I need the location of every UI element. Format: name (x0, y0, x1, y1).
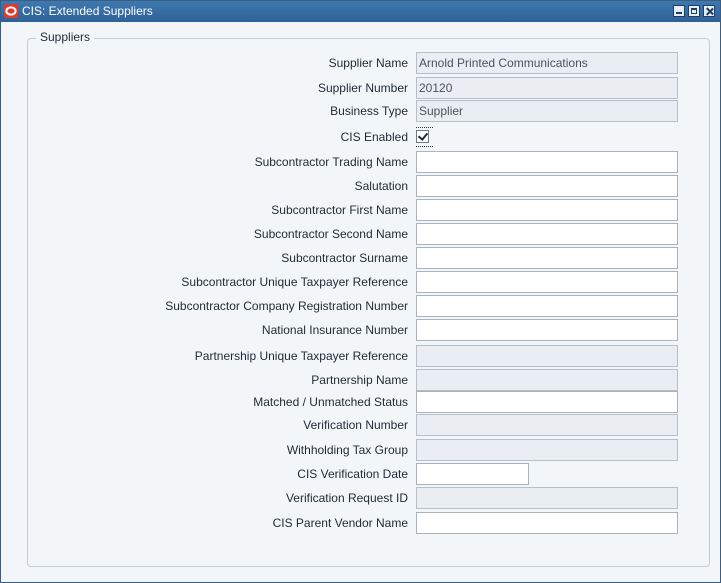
subcontractor-company-reg-field[interactable] (416, 295, 678, 317)
row-subcontractor-trading-name: Subcontractor Trading Name (0, 151, 721, 173)
partnership-utr-label: Partnership Unique Taxpayer Reference (194, 349, 408, 363)
supplier-name-label: Supplier Name (328, 56, 408, 70)
window-title: CIS: Extended Suppliers (22, 4, 153, 18)
row-matched-unmatched-status: Matched / Unmatched Status (0, 391, 721, 413)
row-national-insurance-number: National Insurance Number (0, 319, 721, 341)
matched-unmatched-status-field[interactable] (416, 391, 678, 413)
cis-parent-vendor-name-field[interactable] (416, 512, 678, 534)
row-partnership-utr: Partnership Unique Taxpayer Reference (0, 345, 721, 367)
row-salutation: Salutation (0, 175, 721, 197)
supplier-name-field[interactable] (416, 52, 678, 74)
row-business-type: Business Type (0, 100, 721, 122)
row-cis-enabled: CIS Enabled (0, 126, 721, 148)
subcontractor-second-name-label: Subcontractor Second Name (253, 227, 408, 241)
row-cis-verification-date: CIS Verification Date (0, 463, 721, 485)
withholding-tax-group-field[interactable] (416, 439, 678, 461)
national-insurance-number-field[interactable] (416, 319, 678, 341)
partnership-utr-field[interactable] (416, 345, 678, 367)
focus-indicator-top (416, 127, 433, 128)
verification-number-label: Verification Number (303, 418, 408, 432)
subcontractor-utr-field[interactable] (416, 271, 678, 293)
oracle-logo-icon (4, 4, 18, 18)
row-subcontractor-first-name: Subcontractor First Name (0, 199, 721, 221)
row-cis-parent-vendor-name: CIS Parent Vendor Name (0, 512, 721, 534)
withholding-tax-group-label: Withholding Tax Group (286, 443, 408, 457)
cis-enabled-checkbox[interactable] (416, 130, 429, 143)
matched-unmatched-status-label: Matched / Unmatched Status (253, 395, 408, 409)
verification-number-field[interactable] (416, 414, 678, 436)
verification-request-id-label: Verification Request ID (285, 491, 408, 505)
cis-verification-date-label: CIS Verification Date (297, 467, 408, 481)
subcontractor-surname-field[interactable] (416, 247, 678, 269)
subcontractor-utr-label: Subcontractor Unique Taxpayer Reference (181, 275, 408, 289)
subcontractor-first-name-label: Subcontractor First Name (271, 203, 408, 217)
close-icon[interactable] (703, 5, 715, 17)
cis-parent-vendor-name-label: CIS Parent Vendor Name (272, 516, 408, 530)
row-supplier-number: Supplier Number (0, 77, 721, 99)
focus-indicator-bottom (416, 146, 433, 147)
row-partnership-name: Partnership Name (0, 369, 721, 391)
maximize-icon[interactable] (688, 5, 700, 17)
row-subcontractor-second-name: Subcontractor Second Name (0, 223, 721, 245)
minimize-icon[interactable] (673, 5, 685, 17)
row-withholding-tax-group: Withholding Tax Group (0, 439, 721, 461)
national-insurance-number-label: National Insurance Number (261, 323, 408, 337)
partnership-name-field[interactable] (416, 369, 678, 391)
business-type-field[interactable] (416, 100, 678, 122)
cis-verification-date-field[interactable] (416, 463, 529, 485)
row-subcontractor-surname: Subcontractor Surname (0, 247, 721, 269)
subcontractor-second-name-field[interactable] (416, 223, 678, 245)
cis-enabled-label: CIS Enabled (340, 130, 408, 144)
subcontractor-surname-label: Subcontractor Surname (281, 251, 408, 265)
row-subcontractor-company-reg: Subcontractor Company Registration Numbe… (0, 295, 721, 317)
subcontractor-trading-name-label: Subcontractor Trading Name (254, 155, 408, 169)
salutation-label: Salutation (354, 179, 408, 193)
verification-request-id-field[interactable] (416, 487, 678, 509)
row-verification-number: Verification Number (0, 414, 721, 436)
row-verification-request-id: Verification Request ID (0, 487, 721, 509)
supplier-number-label: Supplier Number (317, 81, 408, 95)
subcontractor-company-reg-label: Subcontractor Company Registration Numbe… (165, 299, 408, 313)
suppliers-group-legend: Suppliers (36, 30, 95, 44)
salutation-field[interactable] (416, 175, 678, 197)
title-bar[interactable]: CIS: Extended Suppliers (1, 1, 720, 22)
supplier-number-field[interactable] (416, 77, 678, 99)
partnership-name-label: Partnership Name (311, 373, 408, 387)
subcontractor-trading-name-field[interactable] (416, 151, 678, 173)
business-type-label: Business Type (330, 104, 408, 118)
row-subcontractor-utr: Subcontractor Unique Taxpayer Reference (0, 271, 721, 293)
subcontractor-first-name-field[interactable] (416, 199, 678, 221)
row-supplier-name: Supplier Name (0, 52, 721, 74)
